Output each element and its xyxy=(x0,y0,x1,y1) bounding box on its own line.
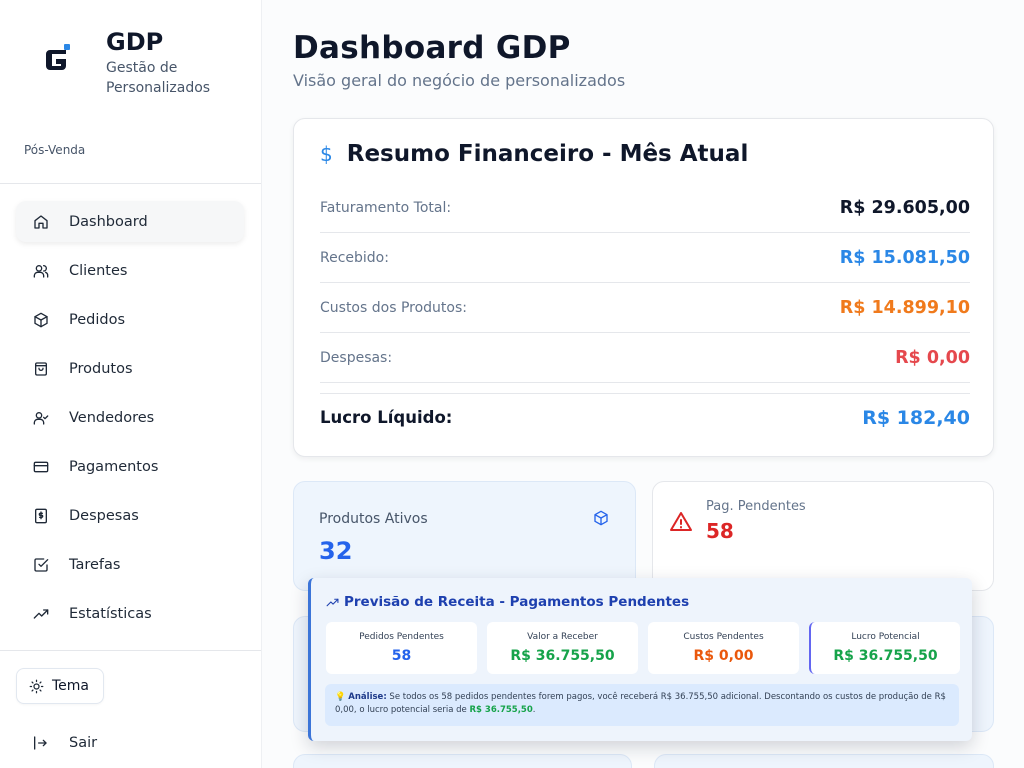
pending-payments-label: Pag. Pendentes xyxy=(706,499,806,514)
credit-card-icon xyxy=(32,458,50,476)
financial-row-costs: Custos dos Produtos: R$ 14.899,10 xyxy=(320,283,970,333)
brand-subtitle: Gestão de Personalizados xyxy=(106,60,211,96)
financial-row-label: Despesas: xyxy=(320,349,393,366)
sidebar-item-clientes[interactable]: Clientes xyxy=(16,250,244,291)
alert-triangle-icon xyxy=(669,510,693,538)
pending-payments-value: 58 xyxy=(706,519,734,543)
gdp-logo-icon xyxy=(40,42,76,78)
forecast-box-value: R$ 36.755,50 xyxy=(510,648,615,664)
receipt-icon xyxy=(32,507,50,525)
sidebar-item-pedidos[interactable]: Pedidos xyxy=(16,299,244,340)
analysis-value: R$ 36.755,50 xyxy=(469,705,533,715)
forecast-box-pending-costs: Custos Pendentes R$ 0,00 xyxy=(648,622,799,674)
active-products-label: Produtos Ativos xyxy=(319,511,428,527)
log-out-icon xyxy=(34,736,47,750)
active-products-value: 32 xyxy=(319,537,353,565)
financial-row-expenses: Despesas: R$ 0,00 xyxy=(320,333,970,383)
users-icon xyxy=(32,262,50,280)
analysis-end: . xyxy=(532,705,536,715)
shopping-bag-icon xyxy=(32,360,50,378)
trending-up-icon xyxy=(326,598,339,606)
sidebar-item-label: Vendedores xyxy=(69,409,155,426)
sidebar-item-label: Tarefas xyxy=(69,556,121,573)
sidebar-divider xyxy=(0,183,261,184)
financial-row-label: Custos dos Produtos: xyxy=(320,299,467,316)
sidebar-item-estatisticas[interactable]: Estatísticas xyxy=(16,593,244,634)
forecast-box-pending-orders: Pedidos Pendentes 58 xyxy=(326,622,477,674)
logout-label: Sair xyxy=(69,735,98,751)
sidebar-item-label: Pagamentos xyxy=(69,458,159,475)
net-profit-value: R$ 182,40 xyxy=(862,406,970,429)
sidebar-item-label: Estatísticas xyxy=(69,605,152,622)
trending-up-icon xyxy=(32,605,50,623)
sidebar-item-tarefas[interactable]: Tarefas xyxy=(16,544,244,585)
sidebar-item-pagamentos[interactable]: Pagamentos xyxy=(16,446,244,487)
package-icon xyxy=(593,510,609,530)
background-card xyxy=(654,754,994,768)
forecast-box-label: Lucro Potencial xyxy=(851,632,920,642)
forecast-box-potential-profit: Lucro Potencial R$ 36.755,50 xyxy=(809,622,960,674)
sun-icon xyxy=(29,679,44,693)
forecast-box-value: R$ 36.755,50 xyxy=(833,648,938,664)
forecast-box-label: Pedidos Pendentes xyxy=(359,632,444,642)
net-profit-label: Lucro Líquido: xyxy=(320,408,453,427)
dollar-icon: $ xyxy=(320,142,333,166)
package-icon xyxy=(32,311,50,329)
brand[interactable]: GDP Gestão de Personalizados xyxy=(40,28,226,98)
sidebar-item-label: Pedidos xyxy=(69,311,126,328)
theme-label: Tema xyxy=(52,678,90,694)
financial-summary-title: $ Resumo Financeiro - Mês Atual xyxy=(320,141,748,167)
pending-payments-card[interactable]: Pag. Pendentes 58 xyxy=(652,481,994,591)
financial-row-label: Recebido: xyxy=(320,249,389,266)
forecast-analysis-note: 💡 Análise: Se todos os 58 pedidos penden… xyxy=(325,684,959,726)
check-square-icon xyxy=(32,556,50,574)
financial-row-received: Recebido: R$ 15.081,50 xyxy=(320,233,970,283)
financial-row-value: R$ 29.605,00 xyxy=(839,197,970,218)
financial-row-revenue: Faturamento Total: R$ 29.605,00 xyxy=(320,183,970,233)
analysis-text: Se todos os 58 pedidos pendentes forem p… xyxy=(335,692,946,715)
financial-row-value: R$ 15.081,50 xyxy=(839,247,970,268)
sidebar-item-label: Dashboard xyxy=(69,213,148,230)
logout-button[interactable]: Sair xyxy=(32,735,97,751)
background-card xyxy=(293,754,632,768)
sidebar-item-label: Despesas xyxy=(69,507,139,524)
financial-net-profit-row: Lucro Líquido: R$ 182,40 xyxy=(320,393,970,441)
financial-summary-card: $ Resumo Financeiro - Mês Atual Faturame… xyxy=(293,118,994,457)
sidebar-item-label: Clientes xyxy=(69,262,128,279)
active-products-card[interactable]: Produtos Ativos 32 xyxy=(293,481,636,591)
analysis-label: Análise: xyxy=(348,692,387,702)
forecast-title: Previsão de Receita - Pagamentos Pendent… xyxy=(326,594,689,610)
forecast-box-label: Custos Pendentes xyxy=(683,632,764,642)
forecast-box-value: R$ 0,00 xyxy=(693,648,754,664)
sidebar-divider xyxy=(0,650,261,651)
sidebar-item-vendedores[interactable]: Vendedores xyxy=(16,397,244,438)
home-icon xyxy=(32,213,50,231)
financial-summary-heading: Resumo Financeiro - Mês Atual xyxy=(346,141,749,167)
sidebar-nav: Dashboard Clientes Pedidos Produtos Vend… xyxy=(16,201,244,642)
user-check-icon xyxy=(32,409,50,427)
sidebar-item-dashboard[interactable]: Dashboard xyxy=(16,201,244,242)
financial-row-label: Faturamento Total: xyxy=(320,199,452,216)
sidebar: GDP Gestão de Personalizados Pós-Venda D… xyxy=(0,0,262,768)
financial-row-value: R$ 14.899,10 xyxy=(839,297,970,318)
revenue-forecast-popover: Previsão de Receita - Pagamentos Pendent… xyxy=(308,578,972,741)
forecast-box-value: 58 xyxy=(391,648,412,664)
lightbulb-icon: 💡 xyxy=(335,692,346,702)
forecast-box-label: Valor a Receber xyxy=(527,632,598,642)
sidebar-item-produtos[interactable]: Produtos xyxy=(16,348,244,389)
sidebar-section-label: Pós-Venda xyxy=(24,143,86,157)
sidebar-item-despesas[interactable]: Despesas xyxy=(16,495,244,536)
theme-toggle-button[interactable]: Tema xyxy=(16,668,105,704)
page-title: Dashboard GDP xyxy=(293,30,571,66)
brand-title: GDP xyxy=(106,28,164,56)
sidebar-item-label: Produtos xyxy=(69,360,133,377)
page-subtitle: Visão geral do negócio de personalizados xyxy=(293,71,626,90)
forecast-box-receivable: Valor a Receber R$ 36.755,50 xyxy=(487,622,638,674)
forecast-heading: Previsão de Receita - Pagamentos Pendent… xyxy=(344,594,690,610)
financial-row-value: R$ 0,00 xyxy=(895,347,970,368)
